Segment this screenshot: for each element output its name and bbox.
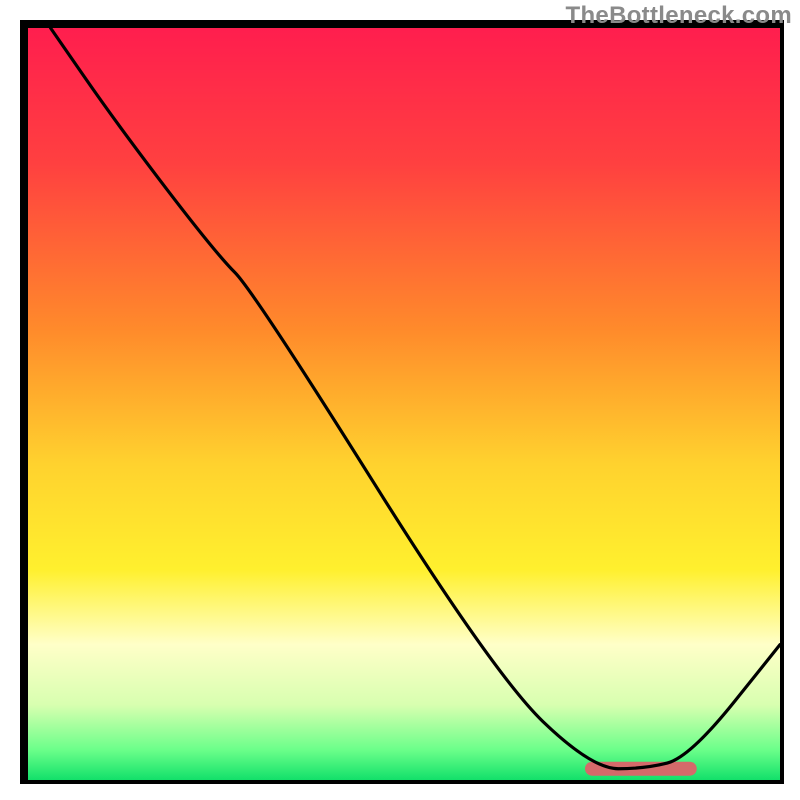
chart-svg <box>0 0 800 800</box>
watermark-text: TheBottleneck.com <box>566 2 792 30</box>
bottleneck-chart: TheBottleneck.com <box>0 0 800 800</box>
plot-background <box>28 28 780 780</box>
